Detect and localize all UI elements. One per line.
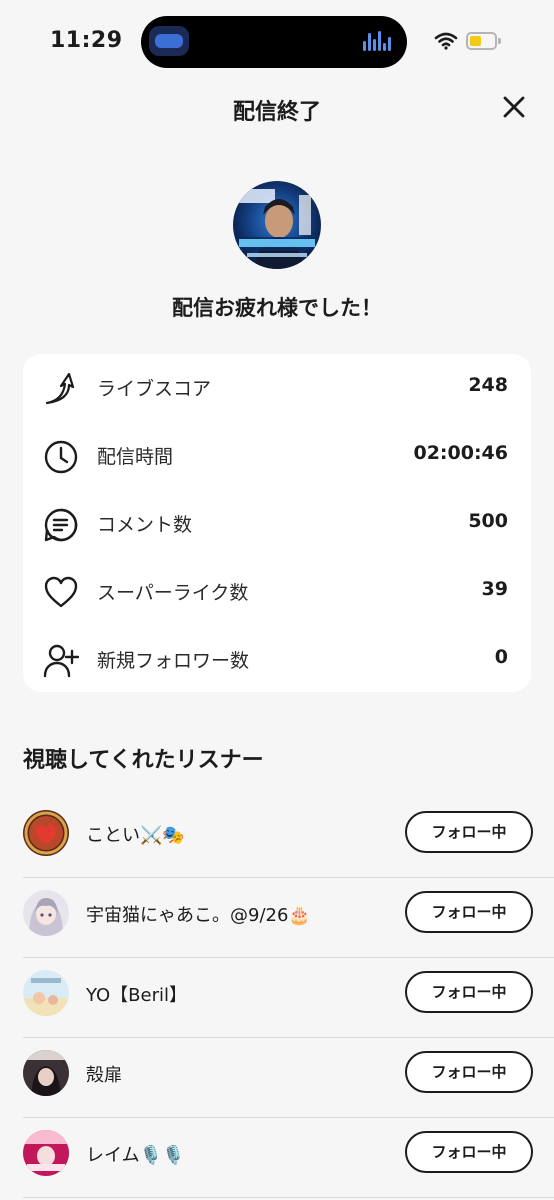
close-button[interactable] xyxy=(500,93,528,121)
stat-label: スーパーライク数 xyxy=(97,582,249,604)
divider xyxy=(23,1197,554,1198)
avatar[interactable] xyxy=(23,970,69,1016)
stat-value: 248 xyxy=(468,374,508,396)
listener-name: ことい⚔️🎭 xyxy=(86,825,185,846)
following-button[interactable]: フォロー中 xyxy=(405,1131,533,1173)
list-item[interactable]: レイム🎙️🎙️ フォロー中 xyxy=(0,1118,554,1198)
following-button[interactable]: フォロー中 xyxy=(405,891,533,933)
stat-row-stream-time: 配信時間 02:00:46 xyxy=(23,430,531,480)
list-item[interactable]: YO【Beril】 フォロー中 xyxy=(0,958,554,1038)
stat-row-live-score: ライブスコア 248 xyxy=(23,362,531,412)
audio-waveform-icon xyxy=(363,30,391,54)
listener-name: 宇宙猫にゃあこ。@9/26🎂 xyxy=(86,905,311,926)
comment-icon xyxy=(44,508,78,542)
stat-value: 0 xyxy=(494,646,508,668)
dynamic-island xyxy=(141,16,407,68)
status-bar: 11:29 xyxy=(0,0,554,84)
listener-name: レイム🎙️🎙️ xyxy=(86,1145,185,1166)
list-item[interactable]: ことい⚔️🎭 フォロー中 xyxy=(0,798,554,878)
stat-value: 02:00:46 xyxy=(413,442,508,464)
stat-row-super-likes: スーパーライク数 39 xyxy=(23,566,531,616)
stat-value: 39 xyxy=(481,578,508,600)
listeners-section-title: 視聴してくれたリスナー xyxy=(23,748,264,773)
following-button[interactable]: フォロー中 xyxy=(405,811,533,853)
streamer-avatar xyxy=(233,181,321,269)
stat-label: 配信時間 xyxy=(97,446,174,468)
list-item[interactable]: 殻扉 フォロー中 xyxy=(0,1038,554,1118)
list-item[interactable]: 宇宙猫にゃあこ。@9/26🎂 フォロー中 xyxy=(0,878,554,958)
clock-icon xyxy=(44,440,78,474)
stat-row-comments: コメント数 500 xyxy=(23,498,531,548)
stat-value: 500 xyxy=(468,510,508,532)
following-button[interactable]: フォロー中 xyxy=(405,971,533,1013)
avatar[interactable] xyxy=(23,890,69,936)
live-activity-thumbnail xyxy=(149,26,189,56)
stat-label: コメント数 xyxy=(97,514,193,536)
following-button[interactable]: フォロー中 xyxy=(405,1051,533,1093)
avatar[interactable] xyxy=(23,810,69,856)
status-time: 11:29 xyxy=(50,28,123,53)
stat-label: ライブスコア xyxy=(97,378,212,400)
avatar[interactable] xyxy=(23,1130,69,1176)
headline: 配信お疲れ様でした！ xyxy=(172,296,382,320)
wifi-icon xyxy=(434,32,458,50)
listener-name: YO【Beril】 xyxy=(86,985,188,1006)
heart-icon xyxy=(44,576,78,608)
listener-name: 殻扉 xyxy=(86,1065,122,1086)
battery-icon xyxy=(466,32,502,50)
arrow-score-icon xyxy=(45,372,75,405)
stats-card: ライブスコア 248 配信時間 02:00:46 コメント数 500 スーパーラ… xyxy=(23,354,531,692)
add-user-icon xyxy=(43,644,79,678)
avatar[interactable] xyxy=(23,1050,69,1096)
page-title: 配信終了 xyxy=(232,100,321,125)
stat-row-new-followers: 新規フォロワー数 0 xyxy=(23,634,531,684)
stat-label: 新規フォロワー数 xyxy=(97,650,250,672)
close-icon xyxy=(503,96,525,118)
